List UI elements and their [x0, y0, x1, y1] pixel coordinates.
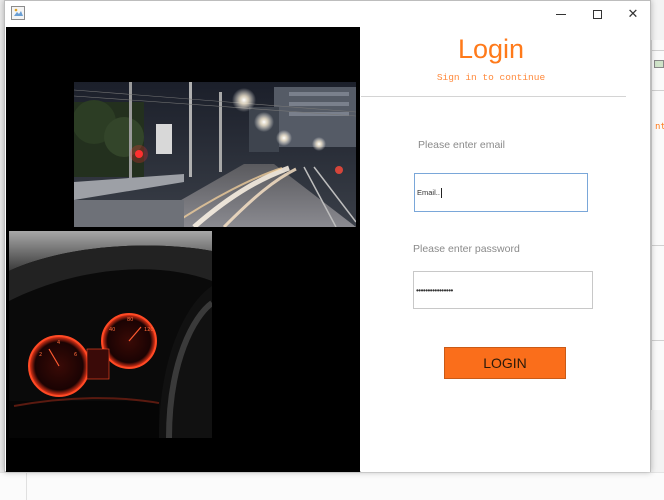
divider — [26, 473, 27, 500]
background-app-right-edge: nti — [651, 40, 664, 410]
svg-text:6: 6 — [74, 352, 77, 358]
maximize-button[interactable] — [579, 1, 615, 27]
svg-text:120: 120 — [144, 327, 154, 333]
login-form-panel: Login Sign in to continue Please enter e… — [361, 27, 650, 472]
text-caret — [440, 187, 442, 198]
java-app-icon — [11, 6, 25, 20]
car-dashboard-photo: 2 4 6 40 80 120 — [9, 231, 212, 438]
background-orange-text: nti — [655, 122, 664, 132]
login-title: Login — [457, 34, 525, 64]
city-night-traffic-photo — [74, 82, 356, 227]
login-window: ✕ 2 4 6 40 80 120 Login Sign in to conti… — [4, 0, 651, 472]
login-subtitle: Sign in to continue — [436, 72, 546, 83]
divider — [652, 50, 664, 51]
email-field-value: Email.. — [417, 188, 440, 197]
image-panel: 2 4 6 40 80 120 — [6, 27, 360, 472]
background-app-bottom — [0, 472, 664, 500]
password-field-value: •••••••••••••••• — [416, 285, 453, 295]
email-label: Please enter email — [418, 139, 505, 151]
password-label: Please enter password — [413, 243, 520, 255]
login-button[interactable]: LOGIN — [444, 347, 566, 379]
svg-text:2: 2 — [39, 352, 42, 358]
close-button[interactable]: ✕ — [615, 1, 651, 27]
svg-text:40: 40 — [109, 327, 115, 333]
email-field[interactable]: Email.. — [414, 173, 588, 212]
minimize-button[interactable] — [543, 1, 579, 27]
password-field[interactable]: •••••••••••••••• — [413, 271, 593, 309]
divider — [652, 340, 664, 341]
maximize-icon — [592, 9, 602, 19]
header-divider — [361, 96, 626, 97]
svg-text:80: 80 — [127, 317, 133, 323]
divider — [652, 90, 664, 91]
close-icon: ✕ — [627, 6, 639, 22]
minimize-icon — [556, 13, 566, 15]
divider — [652, 245, 664, 246]
image-icon — [654, 60, 664, 68]
svg-text:4: 4 — [57, 340, 60, 346]
title-bar[interactable]: ✕ — [5, 1, 650, 27]
